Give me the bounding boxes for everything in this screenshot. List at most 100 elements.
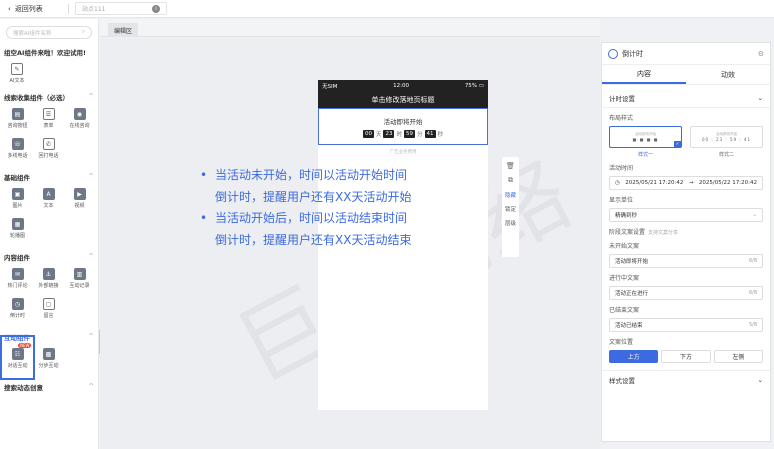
component-image[interactable]: ▣ 图片 xyxy=(2,188,33,209)
chevron-up-icon: ^ xyxy=(88,172,94,180)
chevron-left-icon: ‹ xyxy=(8,4,11,13)
position-label: 文案位置 xyxy=(609,339,634,346)
component-label: 留言 xyxy=(43,313,54,319)
time-label: 活动时间 xyxy=(609,165,634,172)
bullet-1-line-1: 当活动未开始，时间以活动开始时间 xyxy=(200,165,440,187)
ended-value: 活动已结束 xyxy=(615,323,643,329)
component-form[interactable]: ☰ 表单 xyxy=(33,108,64,129)
landing-page-title[interactable]: 单击修改落地页标题 xyxy=(318,91,488,108)
style-option-1[interactable]: 活动即将开始 ■·■·■·■ ✓ xyxy=(609,126,682,148)
position-left-button[interactable]: 左侧 xyxy=(713,350,763,363)
section-title: 线索收集组件（必选） xyxy=(4,94,69,102)
annotation-bullets: 当活动未开始，时间以活动开始时间 倒计时，提醒用户还有XX天活动开始 当活动开始… xyxy=(200,165,440,251)
component-carousel[interactable]: ▦ 轮播图 xyxy=(2,218,33,239)
component-label: 回打电话 xyxy=(38,153,59,159)
style-settings-header[interactable]: 样式设置 ⌄ xyxy=(602,371,770,389)
form-icon: ☰ xyxy=(42,108,55,120)
component-label: 图片 xyxy=(12,203,23,209)
phone-list-icon: ☏ xyxy=(11,138,24,150)
position-bottom-button[interactable]: 下方 xyxy=(661,350,711,363)
chevron-down-icon: ⌄ xyxy=(757,376,763,384)
back-button[interactable]: ‹ 返回列表 xyxy=(0,4,62,14)
section-title: 基础组件 xyxy=(4,174,30,182)
tab-animation[interactable]: 动效 xyxy=(686,65,770,84)
activity-time-range[interactable]: ◷ 2025/05/21 17:20:42 → 2025/05/22 17:20… xyxy=(609,176,763,190)
component-interaction-log[interactable]: ▥ 互动记录 xyxy=(64,268,95,289)
char-count: 5/8 xyxy=(748,322,757,328)
component-label: 互动记录 xyxy=(69,283,90,289)
timer-settings-header[interactable]: 计时设置 ⌄ xyxy=(602,89,770,107)
ended-input[interactable]: 活动已结束 5/8 xyxy=(609,318,763,332)
text-icon: A xyxy=(42,188,55,200)
component-callback-phone[interactable]: ✆ 回打电话 xyxy=(33,138,64,159)
timer-settings-title: 计时设置 xyxy=(609,95,635,103)
component-label: 分步互动 xyxy=(38,363,59,369)
countdown-component[interactable]: 活动即将开始 00 天 23 时 59 分 41 秒 xyxy=(318,108,488,145)
component-toolstrip: 🗑 ⧉ 隐藏 锁定 层级 xyxy=(502,157,519,257)
char-count: 6/8 xyxy=(748,290,757,296)
page-name-field[interactable]: 站点111 i xyxy=(75,2,167,15)
image-icon: ▣ xyxy=(11,188,24,200)
component-label: 视频 xyxy=(74,203,85,209)
unit-select[interactable]: 精确到秒 ⌄ xyxy=(609,208,763,222)
component-label: 表单 xyxy=(43,123,54,129)
ai-text-component[interactable]: ✎ AI文本 xyxy=(4,63,30,84)
component-online-consult[interactable]: ◉ 在线咨询 xyxy=(64,108,95,129)
lock-button[interactable]: 锁定 xyxy=(505,205,516,213)
section-lead[interactable]: 线索收集组件（必选） ^ xyxy=(0,92,98,102)
steps-icon: ▩ xyxy=(42,348,55,360)
tab-content[interactable]: 内容 xyxy=(602,65,686,84)
chevron-down-icon: ⌄ xyxy=(757,94,763,102)
section-search-creative[interactable]: 搜索动态创意 ^ xyxy=(0,382,98,392)
component-hot-comments[interactable]: ✉ 热门评论 xyxy=(2,268,33,289)
component-consult-button[interactable]: ▤ 咨询按钮 xyxy=(2,108,33,129)
style-option-2[interactable]: 活动即将开始 00 : 23 : 59 : 41 xyxy=(690,126,763,148)
not-started-input[interactable]: 活动即将开始 6/8 xyxy=(609,254,763,268)
component-external-link[interactable]: ⚓ 外部链接 xyxy=(33,268,64,289)
layout-label: 布局样式 xyxy=(609,115,634,122)
hide-button[interactable]: 隐藏 xyxy=(505,191,516,199)
component-multi-phone[interactable]: ☏ 多线电话 xyxy=(2,138,33,159)
stage-hint: 支持文案分享 xyxy=(648,230,679,236)
phone-icon: ✆ xyxy=(42,138,55,150)
divider xyxy=(68,3,69,14)
component-countdown[interactable]: ◷ 倒计时 xyxy=(2,298,33,319)
check-icon: ✓ xyxy=(674,141,681,147)
panel-header: 倒计时 ⚙ xyxy=(602,43,770,65)
copy-icon[interactable]: ⧉ xyxy=(508,176,513,185)
unit-minute: 分 xyxy=(417,131,423,138)
unit-label: 显示单位 xyxy=(609,197,634,204)
bullet-1-line-2: 倒计时，提醒用户还有XX天活动开始 xyxy=(215,189,412,204)
in-progress-input[interactable]: 活动正在进行 6/8 xyxy=(609,286,763,300)
close-icon[interactable]: ⚙ xyxy=(758,50,764,58)
search-icon: ⌕ xyxy=(81,29,85,35)
component-label: 多线电话 xyxy=(7,153,28,159)
delete-icon[interactable]: 🗑 xyxy=(506,162,515,170)
component-label: 轮播图 xyxy=(9,233,25,239)
component-text[interactable]: A 文本 xyxy=(33,188,64,209)
tab-edit-area[interactable]: 编辑区 xyxy=(108,23,138,37)
stage-label: 阶段文案设置 支持文案分享 xyxy=(602,227,770,236)
search-placeholder: 搜索AI组件名称 xyxy=(13,30,52,37)
info-icon[interactable]: i xyxy=(152,4,160,13)
page-name-text: 站点111 xyxy=(82,6,106,13)
search-input[interactable]: 搜索AI组件名称 ⌕ xyxy=(6,26,92,39)
back-label: 返回列表 xyxy=(14,4,43,13)
bullet-2-line-2: 倒计时，提醒用户还有XX天活动结束 xyxy=(215,232,412,247)
section-basic[interactable]: 基础组件 ^ xyxy=(0,172,98,182)
calendar-icon: ◷ xyxy=(615,180,620,186)
component-video[interactable]: ▶ 视频 xyxy=(64,188,95,209)
status-time: 12:00 xyxy=(393,82,410,89)
selected-component-highlight xyxy=(0,335,35,380)
component-message[interactable]: ▢ 留言 xyxy=(33,298,64,319)
support-text: 广告业务费用 xyxy=(389,150,417,155)
section-content[interactable]: 内容组件 ^ xyxy=(0,252,98,262)
not-started-label: 未开始文案 xyxy=(609,243,640,250)
component-label: 倒计时 xyxy=(9,313,25,319)
component-steps[interactable]: ▩ 分步互动 xyxy=(33,348,64,369)
position-top-button[interactable]: 上方 xyxy=(609,350,659,363)
style-preview-blocks: ■·■·■·■ xyxy=(632,137,659,142)
layer-button[interactable]: 层级 xyxy=(505,219,516,227)
headset-icon: ◉ xyxy=(73,108,86,120)
carrier-text: 无SIM xyxy=(322,83,338,90)
